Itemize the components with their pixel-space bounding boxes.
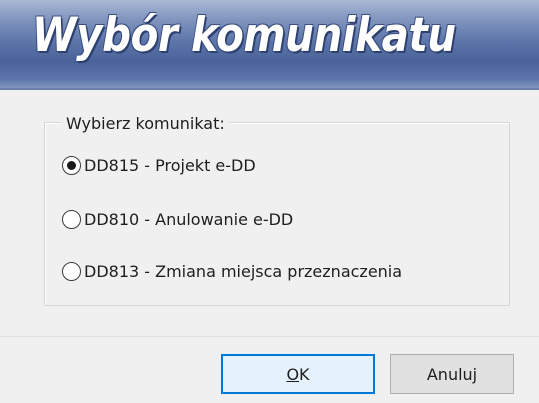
radio-option-dd815[interactable]: DD815 - Projekt e-DD bbox=[62, 153, 256, 177]
radio-option-dd813[interactable]: DD813 - Zmiana miejsca przeznaczenia bbox=[62, 259, 402, 283]
groupbox-label: Wybierz komunikat: bbox=[62, 114, 229, 133]
radio-unselected-icon[interactable] bbox=[62, 209, 81, 229]
radio-label-dd813[interactable]: DD813 - Zmiana miejsca przeznaczenia bbox=[84, 262, 402, 281]
cancel-button-label: Anuluj bbox=[426, 364, 478, 384]
radio-option-dd810[interactable]: DD810 - Anulowanie e-DD bbox=[62, 207, 293, 231]
title-banner: Wybór komunikatu bbox=[0, 0, 539, 90]
button-area-separator bbox=[0, 336, 539, 337]
cancel-button[interactable]: Anuluj bbox=[390, 354, 514, 394]
message-selection-dialog: Wybór komunikatu Wybierz komunikat: DD81… bbox=[0, 0, 539, 403]
ok-button[interactable]: OK bbox=[221, 354, 375, 394]
dialog-title: Wybór komunikatu bbox=[32, 8, 456, 63]
radio-label-dd815[interactable]: DD815 - Projekt e-DD bbox=[84, 156, 256, 175]
radio-unselected-icon[interactable] bbox=[62, 261, 81, 281]
ok-button-label: K bbox=[299, 364, 310, 384]
ok-button-mnemonic: O bbox=[286, 364, 300, 384]
radio-selected-icon[interactable] bbox=[62, 155, 81, 175]
radio-label-dd810[interactable]: DD810 - Anulowanie e-DD bbox=[84, 210, 293, 229]
radio-dot-icon bbox=[67, 160, 76, 170]
